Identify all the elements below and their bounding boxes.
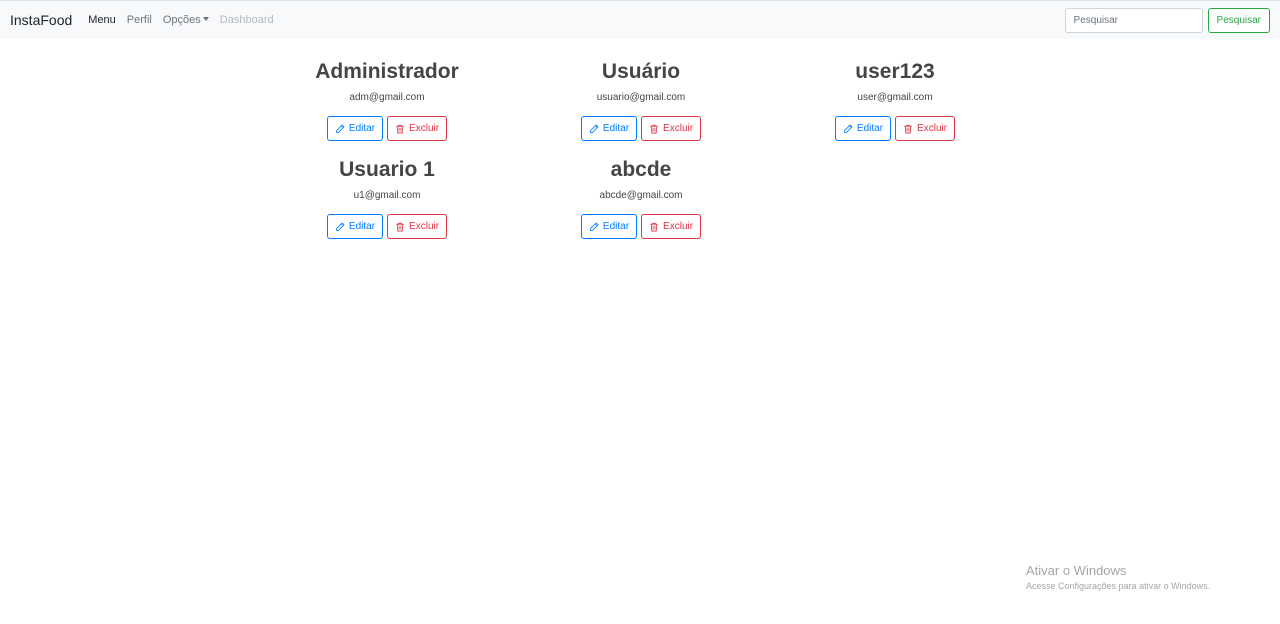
pencil-icon <box>843 124 853 134</box>
delete-button[interactable]: Excluir <box>641 116 702 141</box>
user-card: Administrador adm@gmail.com Editar Exclu… <box>260 58 514 141</box>
user-actions: Editar Excluir <box>260 214 514 239</box>
user-card: Usuario 1 u1@gmail.com Editar Excluir <box>260 156 514 239</box>
user-name: Usuário <box>601 60 681 83</box>
user-email: abcde@gmail.com <box>599 190 683 201</box>
edit-button[interactable]: Editar <box>326 116 384 141</box>
search-button[interactable]: Pesquisar <box>1207 7 1270 33</box>
delete-label: Excluir <box>663 123 694 134</box>
edit-label: Editar <box>348 221 376 232</box>
user-email: user@gmail.com <box>857 92 933 103</box>
user-card: user123 user@gmail.com Editar Excluir <box>768 58 1022 141</box>
user-actions: Editar Excluir <box>260 116 514 141</box>
trash-icon <box>395 222 405 232</box>
delete-label: Excluir <box>409 123 440 134</box>
nav-dashboard: Dashboard <box>219 14 274 26</box>
user-name: user123 <box>855 60 935 83</box>
pencil-icon <box>589 222 599 232</box>
watermark-subtitle: Acesse Configurações para ativar o Windo… <box>1026 581 1211 591</box>
edit-button[interactable]: Editar <box>580 116 638 141</box>
pencil-icon <box>335 222 345 232</box>
user-card: Usuário usuario@gmail.com Editar Excluir <box>514 58 768 141</box>
trash-icon <box>649 222 659 232</box>
edit-button[interactable]: Editar <box>834 116 892 141</box>
user-email: adm@gmail.com <box>349 92 425 103</box>
edit-button[interactable]: Editar <box>580 214 638 239</box>
user-email: usuario@gmail.com <box>596 92 686 103</box>
edit-label: Editar <box>602 123 630 134</box>
edit-label: Editar <box>856 123 884 134</box>
trash-icon <box>903 124 913 134</box>
nav-opcoes-label: Opções <box>162 14 201 26</box>
user-email: u1@gmail.com <box>353 190 421 201</box>
user-name: abcde <box>610 158 672 181</box>
caret-down-icon <box>202 17 209 21</box>
watermark-title: Ativar o Windows <box>1026 563 1127 578</box>
trash-icon <box>395 124 405 134</box>
delete-label: Excluir <box>409 221 440 232</box>
user-actions: Editar Excluir <box>514 214 768 239</box>
brand-logo[interactable]: InstaFood <box>10 12 72 28</box>
user-card: abcde abcde@gmail.com Editar Excluir <box>514 156 768 239</box>
delete-label: Excluir <box>917 123 948 134</box>
nav-opcoes-dropdown[interactable]: Opções <box>163 14 209 26</box>
user-actions: Editar Excluir <box>768 116 1022 141</box>
edit-button[interactable]: Editar <box>326 214 384 239</box>
delete-button[interactable]: Excluir <box>895 116 956 141</box>
user-name: Administrador <box>315 60 459 83</box>
pencil-icon <box>589 124 599 134</box>
delete-label: Excluir <box>663 221 694 232</box>
pencil-icon <box>335 124 345 134</box>
search-input[interactable] <box>1064 7 1203 33</box>
edit-label: Editar <box>602 221 630 232</box>
edit-label: Editar <box>348 123 376 134</box>
search-form: Pesquisar <box>1064 7 1270 33</box>
delete-button[interactable]: Excluir <box>387 116 448 141</box>
user-name: Usuario 1 <box>339 158 435 181</box>
nav-menu[interactable]: Menu <box>88 14 116 26</box>
windows-activation-watermark: Ativar o Windows Acesse Configurações pa… <box>1026 563 1210 592</box>
delete-button[interactable]: Excluir <box>641 214 702 239</box>
nav-perfil[interactable]: Perfil <box>127 14 152 26</box>
delete-button[interactable]: Excluir <box>387 214 448 239</box>
user-actions: Editar Excluir <box>514 116 768 141</box>
trash-icon <box>649 124 659 134</box>
navbar: InstaFood Menu Perfil Opções Dashboard P… <box>0 0 1280 39</box>
